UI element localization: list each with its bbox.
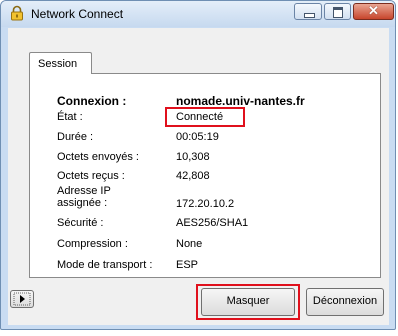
- deconnexion-button[interactable]: Déconnexion: [306, 288, 384, 316]
- octets-envoyes-label: Octets envoyés :: [57, 151, 139, 163]
- duree-value: 00:05:19: [176, 131, 219, 143]
- adresse-ip-value: 172.20.10.2: [176, 198, 235, 210]
- securite-value: AES256/SHA1: [176, 217, 249, 229]
- close-icon: ✕: [368, 3, 379, 18]
- masquer-highlight: [196, 284, 300, 320]
- window-title: Network Connect: [31, 7, 124, 21]
- compression-label: Compression :: [57, 238, 128, 250]
- deconnexion-button-label: Déconnexion: [312, 295, 378, 307]
- details-toggle-button[interactable]: [10, 290, 34, 308]
- connexion-label: Connexion :: [57, 94, 127, 108]
- mode-transport-label: Mode de transport :: [57, 259, 153, 271]
- tab-session[interactable]: Session: [29, 52, 92, 74]
- minimize-icon: [304, 13, 315, 18]
- etat-highlight: [165, 107, 245, 127]
- octets-envoyes-value: 10,308: [176, 151, 210, 163]
- duree-label: Durée :: [57, 131, 94, 143]
- octets-recus-label: Octets reçus :: [57, 170, 125, 182]
- etat-label: État :: [57, 111, 83, 123]
- maximize-button[interactable]: [324, 3, 351, 20]
- tab-session-label: Session: [38, 58, 78, 70]
- minimize-button[interactable]: [294, 3, 322, 20]
- mode-transport-value: ESP: [176, 259, 199, 271]
- lock-icon: [11, 5, 23, 21]
- title-bar[interactable]: Network Connect ✕: [1, 1, 395, 27]
- connexion-value: nomade.univ-nantes.fr: [176, 94, 305, 108]
- close-button[interactable]: ✕: [353, 3, 394, 20]
- compression-value: None: [176, 238, 203, 250]
- octets-recus-value: 42,808: [176, 170, 210, 182]
- play-arrow-icon: [13, 292, 31, 306]
- adresse-ip-label: Adresse IP assignée :: [57, 185, 111, 209]
- securite-label: Sécurité :: [57, 217, 104, 229]
- maximize-icon: [333, 7, 343, 18]
